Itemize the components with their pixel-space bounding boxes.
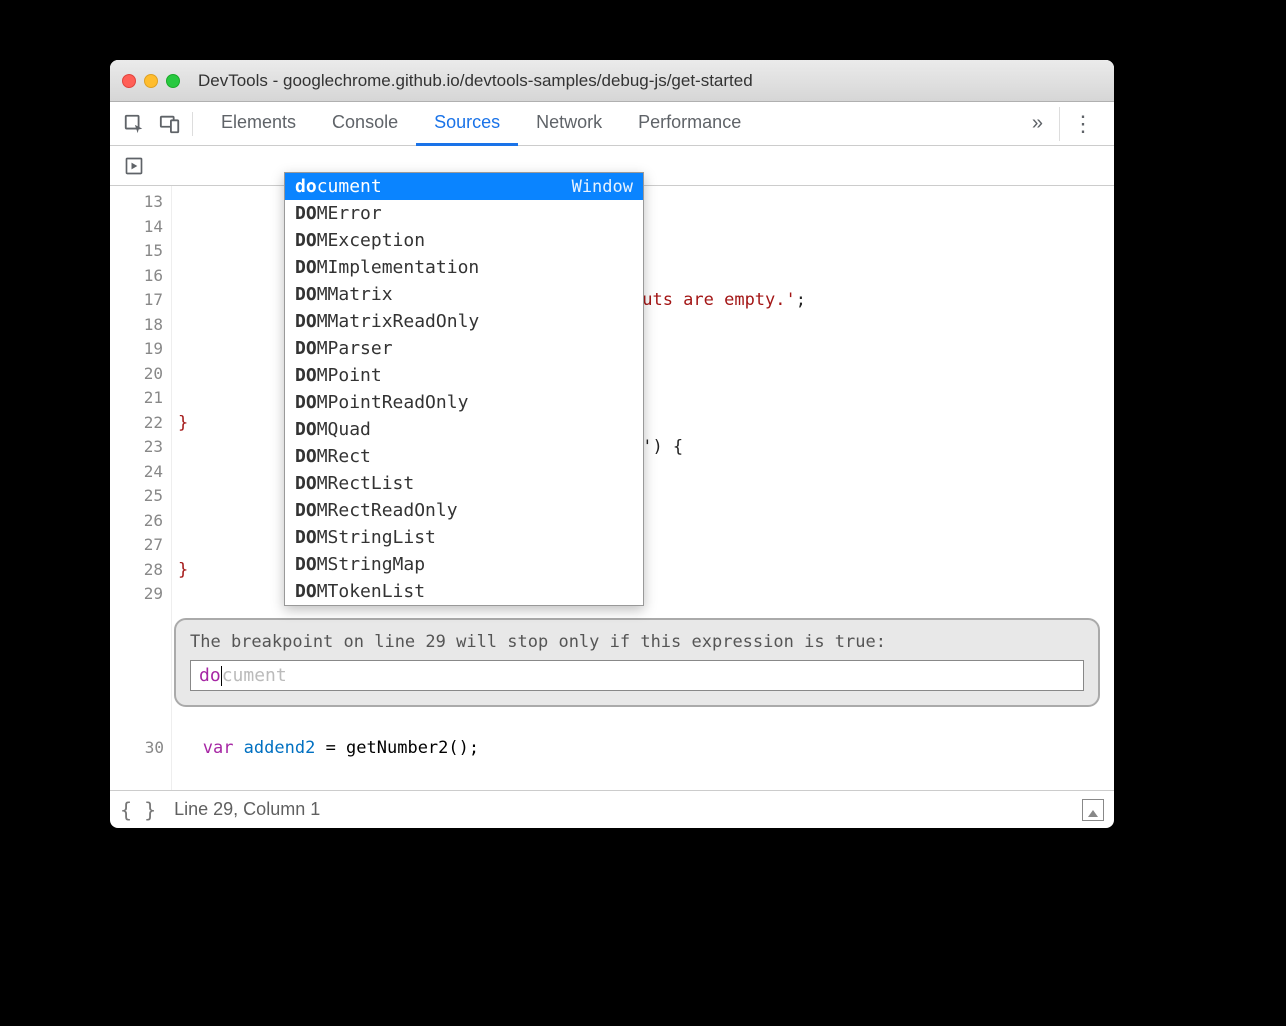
divider	[192, 112, 193, 136]
autocomplete-item[interactable]: DOMMatrix	[285, 281, 643, 308]
devtools-tabbar: ElementsConsoleSourcesNetworkPerformance…	[110, 102, 1114, 146]
autocomplete-item[interactable]: DOMException	[285, 227, 643, 254]
autocomplete-item[interactable]: DOMRectList	[285, 470, 643, 497]
autocomplete-item[interactable]: DOMQuad	[285, 416, 643, 443]
line-number[interactable]: 18	[110, 313, 163, 338]
line-number[interactable]: 24	[110, 460, 163, 485]
maximize-window-button[interactable]	[166, 74, 180, 88]
line-number[interactable]: 13	[110, 190, 163, 215]
line-number[interactable]: 22	[110, 411, 163, 436]
autocomplete-item[interactable]: documentWindow	[285, 173, 643, 200]
line-number[interactable]: 14	[110, 215, 163, 240]
breakpoint-instruction-label: The breakpoint on line 29 will stop only…	[190, 630, 1084, 654]
autocomplete-item[interactable]: DOMParser	[285, 335, 643, 362]
autocomplete-item[interactable]: DOMRectReadOnly	[285, 497, 643, 524]
show-console-drawer-icon[interactable]	[1082, 799, 1104, 821]
panel-tabs: ElementsConsoleSourcesNetworkPerformance	[203, 102, 759, 146]
cursor-position-label: Line 29, Column 1	[174, 799, 320, 820]
inspect-element-icon[interactable]	[118, 108, 150, 140]
tab-sources[interactable]: Sources	[416, 102, 518, 146]
autocomplete-item[interactable]: DOMPointReadOnly	[285, 389, 643, 416]
line-number[interactable]: 29	[110, 582, 163, 607]
line-number[interactable]: 21	[110, 386, 163, 411]
code-line-30[interactable]: var addend2 = getNumber2();	[172, 736, 479, 761]
autocomplete-item[interactable]: DOMRect	[285, 443, 643, 470]
line-number[interactable]: 23	[110, 435, 163, 460]
autocomplete-item[interactable]: DOMStringMap	[285, 551, 643, 578]
device-toolbar-icon[interactable]	[154, 108, 186, 140]
line-number[interactable]: 17	[110, 288, 163, 313]
line-number[interactable]: 19	[110, 337, 163, 362]
line-number[interactable]: 25	[110, 484, 163, 509]
typed-text: do	[199, 665, 221, 686]
autocomplete-item[interactable]: DOMError	[285, 200, 643, 227]
breakpoint-expression-input[interactable]: document	[190, 660, 1084, 691]
window-title: DevTools - googlechrome.github.io/devtoo…	[198, 71, 753, 91]
format-code-icon[interactable]: { }	[120, 798, 156, 822]
line-number-gutter[interactable]: 1314151617181920212223242526272829	[110, 186, 172, 790]
autocomplete-item[interactable]: DOMStringList	[285, 524, 643, 551]
tab-performance[interactable]: Performance	[620, 102, 759, 146]
line-number[interactable]: 15	[110, 239, 163, 264]
tab-console[interactable]: Console	[314, 102, 416, 146]
minimize-window-button[interactable]	[144, 74, 158, 88]
line-number[interactable]: 30	[110, 736, 172, 761]
conditional-breakpoint-popup: The breakpoint on line 29 will stop only…	[174, 618, 1100, 707]
editor-statusbar: { } Line 29, Column 1	[110, 790, 1114, 828]
autocomplete-item[interactable]: DOMTokenList	[285, 578, 643, 605]
settings-menu-icon[interactable]: ⋮	[1059, 107, 1106, 141]
completion-hint: cument	[222, 665, 287, 686]
titlebar: DevTools - googlechrome.github.io/devtoo…	[110, 60, 1114, 102]
autocomplete-item[interactable]: DOMMatrixReadOnly	[285, 308, 643, 335]
autocomplete-popup: documentWindowDOMErrorDOMExceptionDOMImp…	[284, 172, 644, 606]
line-number[interactable]: 28	[110, 558, 163, 583]
line-number[interactable]: 27	[110, 533, 163, 558]
autocomplete-item[interactable]: DOMImplementation	[285, 254, 643, 281]
line-number[interactable]: 20	[110, 362, 163, 387]
tab-elements[interactable]: Elements	[203, 102, 314, 146]
tab-network[interactable]: Network	[518, 102, 620, 146]
resume-script-icon[interactable]	[118, 150, 150, 182]
line-number[interactable]: 26	[110, 509, 163, 534]
devtools-window: DevTools - googlechrome.github.io/devtoo…	[110, 60, 1114, 828]
autocomplete-item[interactable]: DOMPoint	[285, 362, 643, 389]
more-tabs-icon[interactable]: »	[1022, 108, 1053, 139]
close-window-button[interactable]	[122, 74, 136, 88]
line-number[interactable]: 16	[110, 264, 163, 289]
window-controls	[122, 74, 180, 88]
